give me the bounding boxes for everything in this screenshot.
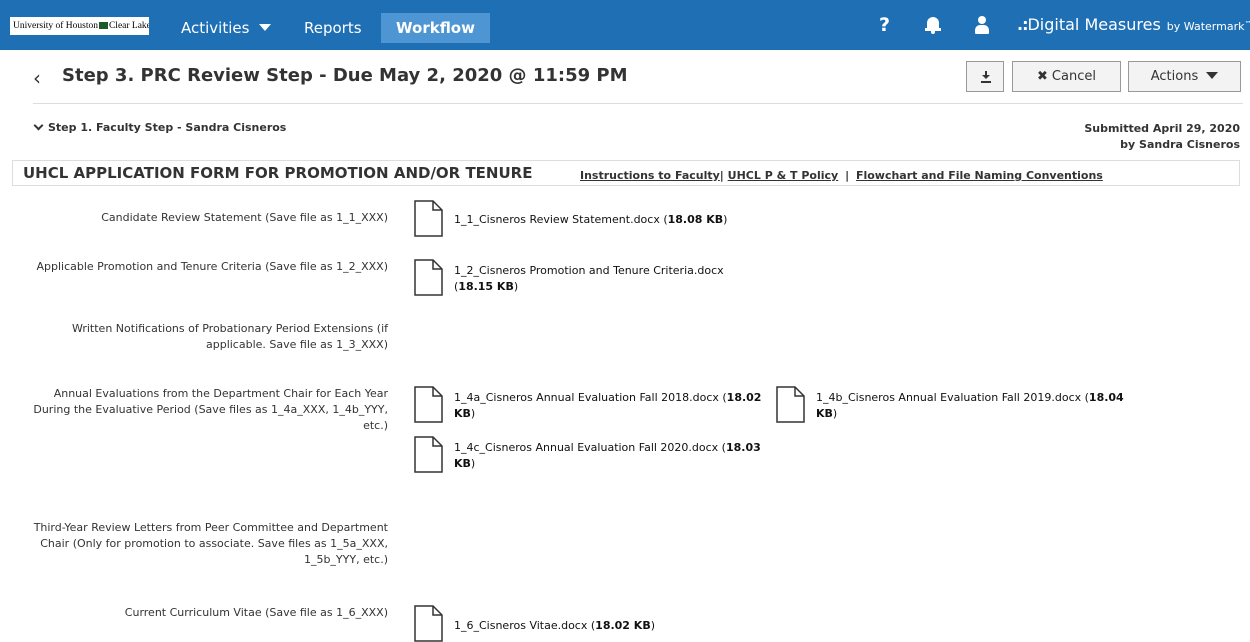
- brand-name: Digital Measures: [1027, 15, 1161, 34]
- file-link[interactable]: 1_1_Cisneros Review Statement.docx (18.0…: [454, 212, 727, 228]
- file-link[interactable]: 1_4c_Cisneros Annual Evaluation Fall 202…: [454, 440, 761, 472]
- instructions-link[interactable]: Instructions to Faculty: [580, 169, 720, 182]
- chevron-down-icon: [1206, 72, 1219, 79]
- submitted-by: by Sandra Cisneros: [1120, 138, 1240, 151]
- file-link[interactable]: 1_6_Cisneros Vitae.docx (18.02 KB): [454, 618, 655, 634]
- actions-label: Actions: [1150, 69, 1199, 84]
- close-icon: ✖: [1037, 69, 1048, 84]
- brand-dots: .:: [1017, 15, 1029, 34]
- document-icon: [414, 605, 443, 642]
- nav-activities[interactable]: Activities: [181, 13, 272, 43]
- cancel-label: Cancel: [1051, 69, 1096, 84]
- actions-button[interactable]: Actions: [1128, 61, 1241, 92]
- submitted-info: Submitted April 29, 2020 by Sandra Cisne…: [1084, 121, 1240, 153]
- nav-workflow[interactable]: Workflow: [381, 13, 490, 43]
- back-chevron-icon[interactable]: ‹: [33, 66, 41, 90]
- row-label: Applicable Promotion and Tenure Criteria…: [36, 260, 388, 273]
- row-label: Written Notifications of Probationary Pe…: [71, 322, 388, 351]
- help-icon[interactable]: ?: [879, 14, 890, 36]
- file-link[interactable]: 1_2_Cisneros Promotion and Tenure Criter…: [454, 263, 724, 295]
- page-title: Step 3. PRC Review Step - Due May 2, 202…: [62, 65, 628, 86]
- document-icon: [414, 259, 443, 296]
- top-navbar: University of Houston Clear Lake Activiti…: [0, 0, 1250, 50]
- document-icon: [414, 436, 443, 473]
- submitted-date: Submitted April 29, 2020: [1084, 122, 1240, 135]
- download-icon: [981, 71, 991, 83]
- row-label: Current Curriculum Vitae (Save file as 1…: [124, 606, 388, 619]
- policy-link[interactable]: UHCL P & T Policy: [728, 169, 839, 182]
- form-links: Instructions to Faculty| UHCL P & T Poli…: [580, 169, 1103, 182]
- nav-reports[interactable]: Reports: [304, 13, 362, 43]
- row-label: Annual Evaluations from the Department C…: [33, 387, 388, 432]
- row-label: Third-Year Review Letters from Peer Comm…: [33, 521, 388, 566]
- document-icon: [414, 386, 443, 423]
- step1-toggle[interactable]: Step 1. Faculty Step - Sandra Cisneros: [33, 120, 287, 134]
- form-header: UHCL APPLICATION FORM FOR PROMOTION AND/…: [12, 160, 1240, 186]
- digital-measures-brand[interactable]: .:Digital Measures by Watermark™: [1017, 15, 1250, 34]
- divider: [33, 103, 1243, 104]
- logo-mark: [98, 22, 108, 29]
- brand-by: by Watermark: [1166, 20, 1245, 33]
- file-link[interactable]: 1_4b_Cisneros Annual Evaluation Fall 201…: [816, 390, 1124, 422]
- download-button[interactable]: [966, 61, 1004, 92]
- brand-tm: ™: [1244, 20, 1250, 28]
- link-separator: |: [845, 169, 850, 182]
- link-separator: |: [719, 169, 724, 182]
- logo-text-2: Clear Lake: [108, 21, 149, 31]
- bell-icon[interactable]: [925, 16, 941, 34]
- nav-activities-label: Activities: [181, 19, 250, 37]
- file-link[interactable]: 1_4a_Cisneros Annual Evaluation Fall 201…: [454, 390, 761, 422]
- document-icon: [414, 200, 443, 237]
- chevron-down-icon: [259, 24, 272, 31]
- user-icon[interactable]: [975, 16, 989, 34]
- flowchart-link[interactable]: Flowchart and File Naming Conventions: [856, 169, 1103, 182]
- step1-label: Step 1. Faculty Step - Sandra Cisneros: [48, 121, 287, 134]
- university-logo[interactable]: University of Houston Clear Lake: [10, 17, 149, 35]
- form-title: UHCL APPLICATION FORM FOR PROMOTION AND/…: [23, 164, 533, 182]
- document-icon: [776, 386, 805, 423]
- row-label: Candidate Review Statement (Save file as…: [101, 211, 388, 224]
- logo-text-1: University of Houston: [13, 21, 98, 31]
- chevron-down-icon: [33, 120, 44, 131]
- cancel-button[interactable]: ✖ Cancel: [1012, 61, 1121, 92]
